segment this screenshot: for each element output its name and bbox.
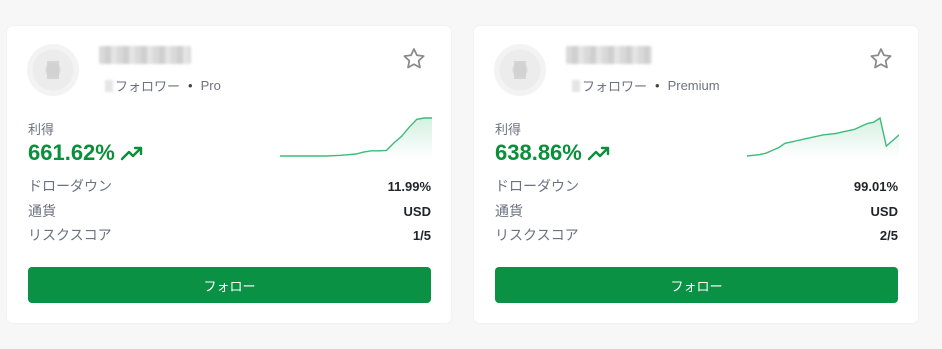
star-outline-icon[interactable] — [401, 46, 427, 72]
trending-up-icon — [587, 146, 610, 161]
profit-sparkline — [747, 116, 899, 158]
profit-sparkline — [280, 117, 432, 158]
stat-value: USD — [403, 203, 431, 219]
profit-value: 661.62% — [28, 140, 115, 165]
avatar — [27, 44, 79, 96]
sparkline-area — [280, 118, 432, 158]
stat-label: 通貨 — [495, 203, 523, 219]
stat-label: ドローダウン — [495, 178, 579, 194]
profit-label: 利得 — [495, 122, 522, 137]
trader-meta: フォロワー • Premium — [572, 76, 720, 95]
followers-label: フォロワー — [582, 79, 648, 94]
stat-label: ドローダウン — [28, 178, 112, 194]
stat-value: 1/5 — [412, 227, 431, 243]
profit-value-wrap: 638.86% — [495, 140, 610, 166]
trending-up-icon — [120, 146, 143, 161]
follow-button[interactable]: フォロー — [495, 267, 898, 303]
trader-name-blurred — [99, 46, 191, 64]
trader-card[interactable]: フォロワー • Premium 利得 638.86% ドローダウン 99.01%… — [474, 26, 918, 323]
trader-cards: フォロワー • Pro 利得 661.62% ドローダウン 11.99% 通貨 … — [0, 0, 942, 349]
separator-dot: • — [188, 78, 193, 93]
trader-card[interactable]: フォロワー • Pro 利得 661.62% ドローダウン 11.99% 通貨 … — [7, 26, 451, 323]
stat-label: 通貨 — [28, 203, 56, 219]
profit-value-wrap: 661.62% — [28, 140, 143, 166]
follow-button[interactable]: フォロー — [28, 267, 431, 303]
star-outline-icon[interactable] — [868, 46, 894, 72]
profit-value: 638.86% — [495, 140, 582, 165]
trader-name-blurred — [566, 46, 652, 64]
stat-value: 2/5 — [879, 227, 898, 243]
stat-row-drawdown: ドローダウン 11.99% — [28, 176, 431, 196]
tier-label: Premium — [667, 78, 720, 93]
trader-meta: フォロワー • Pro — [105, 76, 221, 95]
stat-row-currency: 通貨 USD — [495, 201, 898, 221]
followers-label: フォロワー — [115, 79, 181, 94]
stat-row-risk-score: リスクスコア 2/5 — [495, 225, 898, 245]
separator-dot: • — [655, 78, 660, 93]
stat-label: リスクスコア — [28, 227, 112, 243]
stat-value: 99.01% — [853, 178, 898, 194]
stat-row-currency: 通貨 USD — [28, 201, 431, 221]
stat-row-drawdown: ドローダウン 99.01% — [495, 176, 898, 196]
tier-label: Pro — [200, 78, 221, 93]
avatar — [494, 44, 546, 96]
stat-label: リスクスコア — [495, 227, 579, 243]
stat-value: 11.99% — [387, 178, 431, 194]
profit-label: 利得 — [28, 122, 55, 137]
stat-row-risk-score: リスクスコア 1/5 — [28, 225, 431, 245]
follower-count-blurred — [572, 79, 580, 92]
follower-count-blurred — [105, 79, 113, 92]
stat-value: USD — [870, 203, 898, 219]
